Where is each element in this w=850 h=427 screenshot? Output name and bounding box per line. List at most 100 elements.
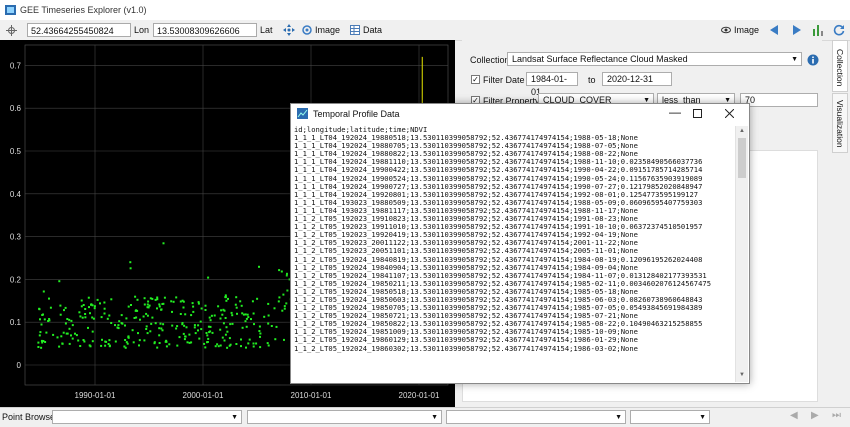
point-select-3[interactable]: ▼ [446,410,626,424]
close-icon[interactable] [725,109,734,118]
data-point [139,318,141,321]
chevron-down-icon: ▼ [699,414,706,421]
collection-value: Landsat Surface Reflectance Cloud Masked [512,54,688,64]
data-point [175,296,178,299]
data-point [45,331,48,334]
chart-icon[interactable] [812,23,825,37]
app-icon [5,5,16,15]
data-point [117,327,120,330]
y-tick-label: 0.2 [10,275,22,284]
tab-collection[interactable]: Collection [832,40,848,92]
previous-arrow-icon[interactable] [769,24,779,36]
data-point [183,324,186,327]
data-point [211,331,214,334]
data-point [147,306,150,309]
data-point [225,326,228,329]
date-from-field[interactable]: 1984-01-01 [526,72,578,97]
data-point [267,322,270,325]
data-point [101,338,103,341]
data-point [70,319,73,322]
scroll-down-icon[interactable]: ▼ [739,372,745,378]
crosshair-icon[interactable] [6,25,17,36]
info-icon[interactable] [807,54,819,66]
collection-select[interactable]: Landsat Surface Reflectance Cloud Masked… [507,52,802,66]
last-point-icon[interactable]: ⏭ [832,410,841,421]
minimize-button[interactable]: — [669,105,681,119]
data-point [175,327,178,330]
data-point [194,332,197,335]
data-point [267,344,270,347]
data-point [208,331,211,334]
data-point [136,298,139,301]
dialog-title-bar: Temporal Profile Data — [291,104,749,124]
data-point [82,339,85,341]
filter-date-checkbox[interactable]: ✓ [471,75,480,84]
data-point [192,305,195,308]
data-point [156,307,158,310]
image-view-button[interactable]: Image [734,23,759,37]
chevron-down-icon: ▼ [791,56,798,63]
data-point [132,341,135,344]
tab-visualization[interactable]: Visualization [832,93,848,153]
data-point [181,322,184,324]
data-point [124,346,127,349]
data-point [259,346,262,349]
data-point [235,306,238,309]
scroll-thumb[interactable] [738,138,746,178]
maximize-icon[interactable] [693,109,702,118]
data-point [142,315,145,318]
next-arrow-icon[interactable] [792,24,802,36]
data-point [127,335,130,338]
data-point [146,332,149,335]
data-point [224,294,227,297]
data-point [84,308,87,310]
data-point [79,315,82,318]
move-icon[interactable] [283,24,295,36]
data-point [219,317,222,320]
point-select-2[interactable]: ▼ [247,410,442,424]
data-button[interactable]: Data [363,23,382,37]
data-point [209,319,212,322]
date-to-field[interactable]: 2020-12-31 [602,72,672,86]
refresh-icon[interactable] [833,24,845,36]
next-point-icon[interactable]: ▶ [811,410,819,421]
data-point [253,323,255,326]
data-point [206,341,208,344]
data-point [108,339,111,342]
title-bar: GEE Timeseries Explorer (v1.0) [0,0,850,20]
data-point [278,269,281,272]
latitude-input[interactable]: 52.43664255450824 [27,23,131,37]
data-point [222,322,225,325]
data-point [154,322,157,325]
data-point [247,316,250,319]
data-point [60,335,63,338]
data-point [273,307,276,310]
point-browser-label: Point Browser [2,412,59,422]
data-point [146,314,149,317]
point-select-4[interactable]: ▼ [630,410,710,424]
image-button[interactable]: Image [315,23,340,37]
point-select-1[interactable]: ▼ [52,410,242,424]
data-point [129,261,132,264]
status-bar: Point Browser ▼ ▼ ▼ ▼ ◀ ▶ ⏭ [0,407,850,427]
scroll-up-icon[interactable]: ▲ [739,128,745,134]
threshold-input[interactable]: 70 [740,93,818,107]
longitude-input[interactable]: 13.53008309626606 [153,23,257,37]
data-point [235,343,238,345]
data-point [199,320,202,323]
x-tick-label: 2020-01-01 [399,391,440,400]
data-point [263,315,266,318]
data-point [103,312,106,315]
data-point [68,318,71,321]
prev-point-icon[interactable]: ◀ [790,410,798,421]
csv-data-text[interactable]: id;longitude;latitude;time;NDVI 1_1_1_LT0… [294,126,734,382]
data-point [258,265,260,268]
data-point [59,313,62,316]
dialog-scrollbar[interactable]: ▲ ▼ [735,126,748,382]
data-point [100,344,103,347]
data-point [108,314,111,317]
data-point [185,326,188,329]
data-point [147,300,150,303]
data-point [87,296,90,299]
data-point [149,297,152,300]
